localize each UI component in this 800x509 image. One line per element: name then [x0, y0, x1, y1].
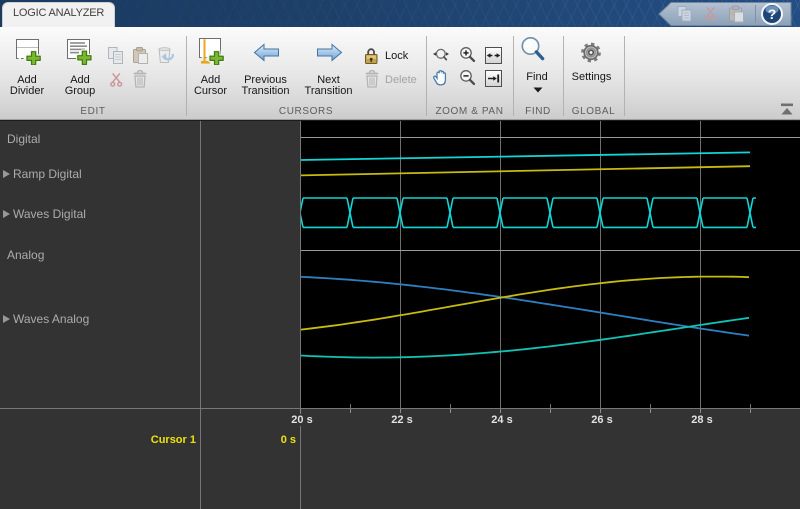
svg-text:?: ?: [768, 6, 777, 22]
